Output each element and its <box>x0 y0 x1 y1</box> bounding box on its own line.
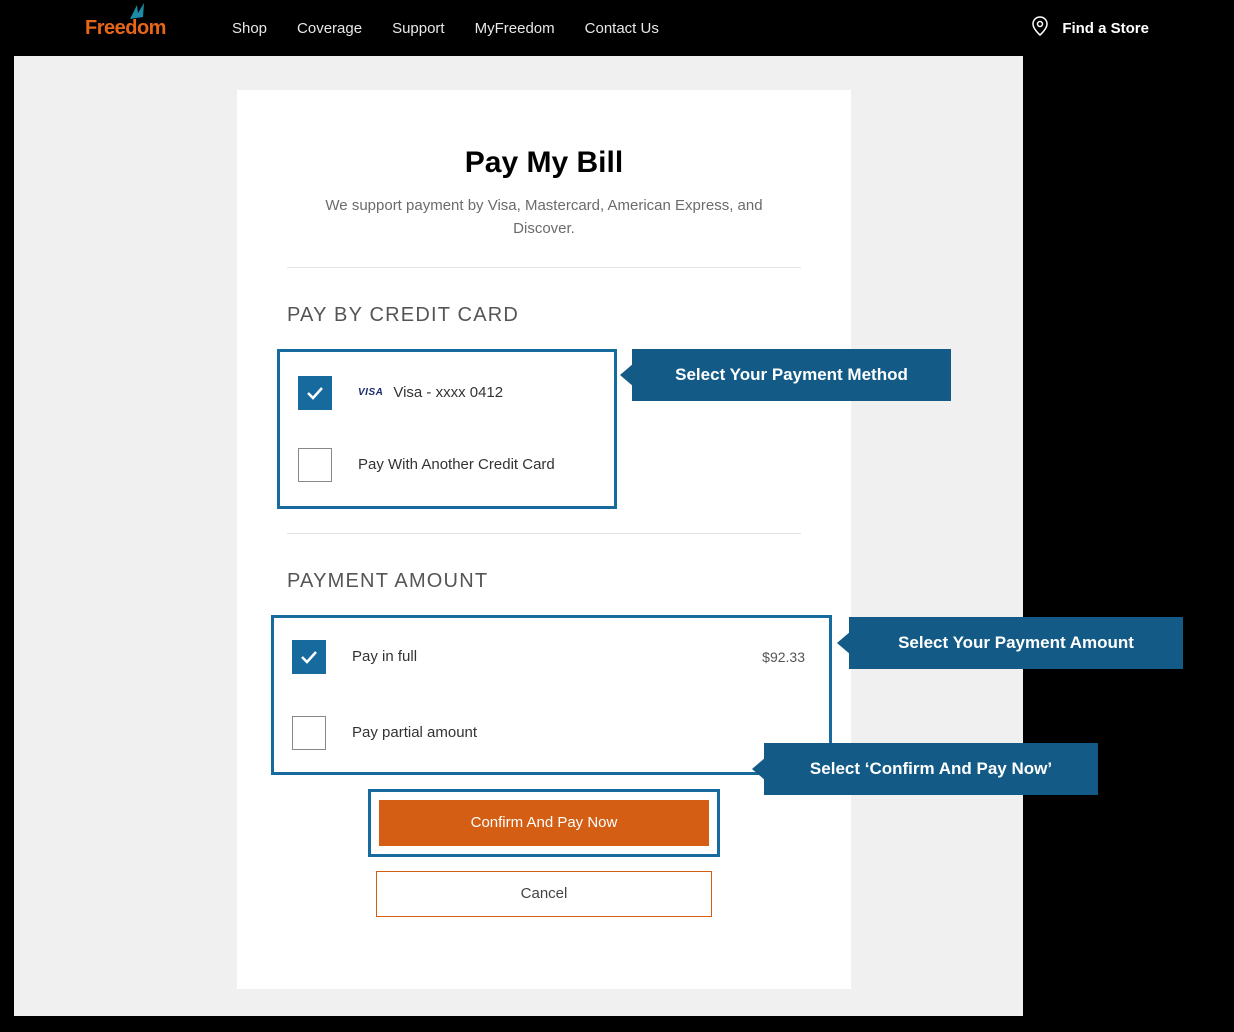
pay-in-full-option[interactable]: Pay in full $92.33 <box>292 630 811 684</box>
cancel-button[interactable]: Cancel <box>376 871 712 917</box>
brand-logo[interactable]: Freedom <box>85 17 166 40</box>
payment-method-other-card[interactable]: Pay With Another Credit Card <box>298 438 596 492</box>
checkbox-other-card[interactable] <box>298 448 332 482</box>
saved-card-label: Visa - xxxx 0412 <box>393 384 503 401</box>
main-nav: Shop Coverage Support MyFreedom Contact … <box>232 20 659 37</box>
callout-payment-method: Select Your Payment Method <box>632 349 951 401</box>
visa-icon: VISA <box>358 387 383 398</box>
callout-payment-amount: Select Your Payment Amount <box>849 617 1183 669</box>
pay-bill-card: Pay My Bill We support payment by Visa, … <box>237 90 851 989</box>
pay-partial-option[interactable]: Pay partial amount <box>292 706 811 760</box>
logo-bird-icon <box>128 3 148 26</box>
payment-amount-section-title: PAYMENT AMOUNT <box>287 570 801 593</box>
confirm-pay-button[interactable]: Confirm And Pay Now <box>379 800 709 846</box>
checkbox-pay-partial[interactable] <box>292 716 326 750</box>
page-title: Pay My Bill <box>277 146 811 180</box>
pay-method-section-title: PAY BY CREDIT CARD <box>287 304 801 327</box>
top-nav-bar: Freedom Shop Coverage Support MyFreedom … <box>0 0 1234 56</box>
divider <box>287 533 801 534</box>
payment-amount-group: Pay in full $92.33 Pay partial amount <box>271 615 832 775</box>
checkbox-saved-card[interactable] <box>298 376 332 410</box>
pay-partial-label: Pay partial amount <box>352 724 477 741</box>
nav-support[interactable]: Support <box>392 20 445 37</box>
checkbox-pay-full[interactable] <box>292 640 326 674</box>
callout-confirm: Select ‘Confirm And Pay Now’ <box>764 743 1098 795</box>
pay-full-label: Pay in full <box>352 648 417 665</box>
check-icon <box>306 386 324 400</box>
payment-method-saved-card[interactable]: VISA Visa - xxxx 0412 <box>298 366 596 420</box>
nav-contact[interactable]: Contact Us <box>585 20 659 37</box>
nav-coverage[interactable]: Coverage <box>297 20 362 37</box>
pay-full-amount: $92.33 <box>762 649 811 665</box>
other-card-label: Pay With Another Credit Card <box>358 456 555 473</box>
location-pin-icon <box>1032 16 1048 41</box>
page-subhead: We support payment by Visa, Mastercard, … <box>304 194 784 241</box>
check-icon <box>300 650 318 664</box>
brand-name: Freedom <box>85 17 166 40</box>
divider <box>287 267 801 268</box>
nav-shop[interactable]: Shop <box>232 20 267 37</box>
confirm-button-highlight: Confirm And Pay Now <box>368 789 720 857</box>
nav-myfreedom[interactable]: MyFreedom <box>475 20 555 37</box>
payment-method-group: VISA Visa - xxxx 0412 Pay With Another C… <box>277 349 617 509</box>
find-store-link[interactable]: Find a Store <box>1062 20 1149 37</box>
